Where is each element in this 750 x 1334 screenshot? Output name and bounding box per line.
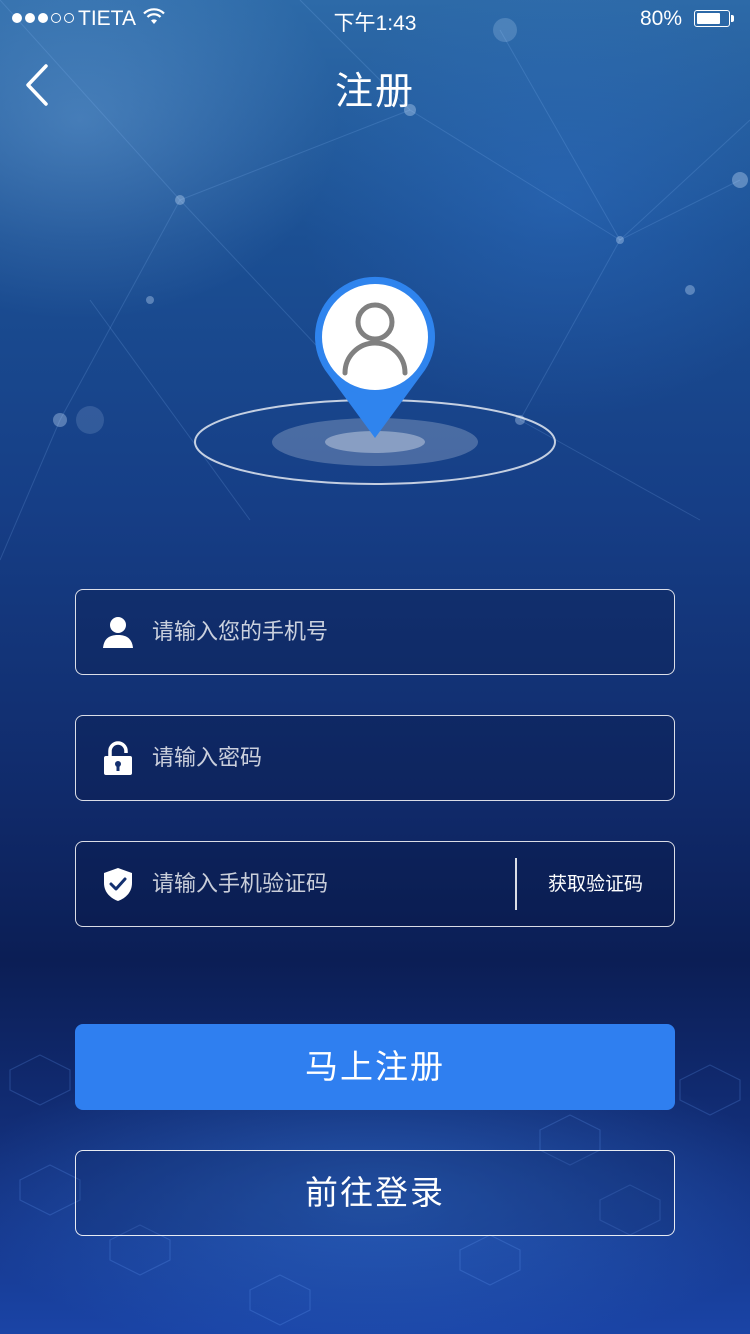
register-button[interactable]: 马上注册 — [75, 1024, 675, 1110]
battery-tip — [731, 15, 734, 22]
password-input[interactable] — [152, 716, 572, 800]
shield-check-icon — [104, 868, 132, 901]
phone-field[interactable] — [75, 589, 675, 675]
status-bar: TIETA 下午1:43 80% — [0, 0, 750, 40]
user-location-pin-icon — [194, 276, 556, 485]
battery-icon — [694, 10, 730, 27]
battery-fill — [697, 13, 720, 24]
register-screen: TIETA 下午1:43 80% 注册 请输入您的手机号 请输入手机验证码 获取… — [0, 0, 750, 1334]
user-icon — [103, 617, 133, 648]
page-title: 注册 — [334, 69, 415, 113]
verification-code-input[interactable] — [152, 842, 502, 926]
get-code-button[interactable]: 获取验证码 — [517, 842, 674, 926]
go-to-login-button[interactable]: 前往登录 — [75, 1150, 675, 1236]
battery-percent: 80% — [640, 7, 683, 30]
status-time: 下午1:43 — [333, 12, 417, 35]
phone-input[interactable] — [152, 590, 572, 674]
verification-code-field[interactable]: 获取验证码 — [75, 841, 675, 927]
lock-icon — [104, 741, 132, 775]
password-field[interactable] — [75, 715, 675, 801]
